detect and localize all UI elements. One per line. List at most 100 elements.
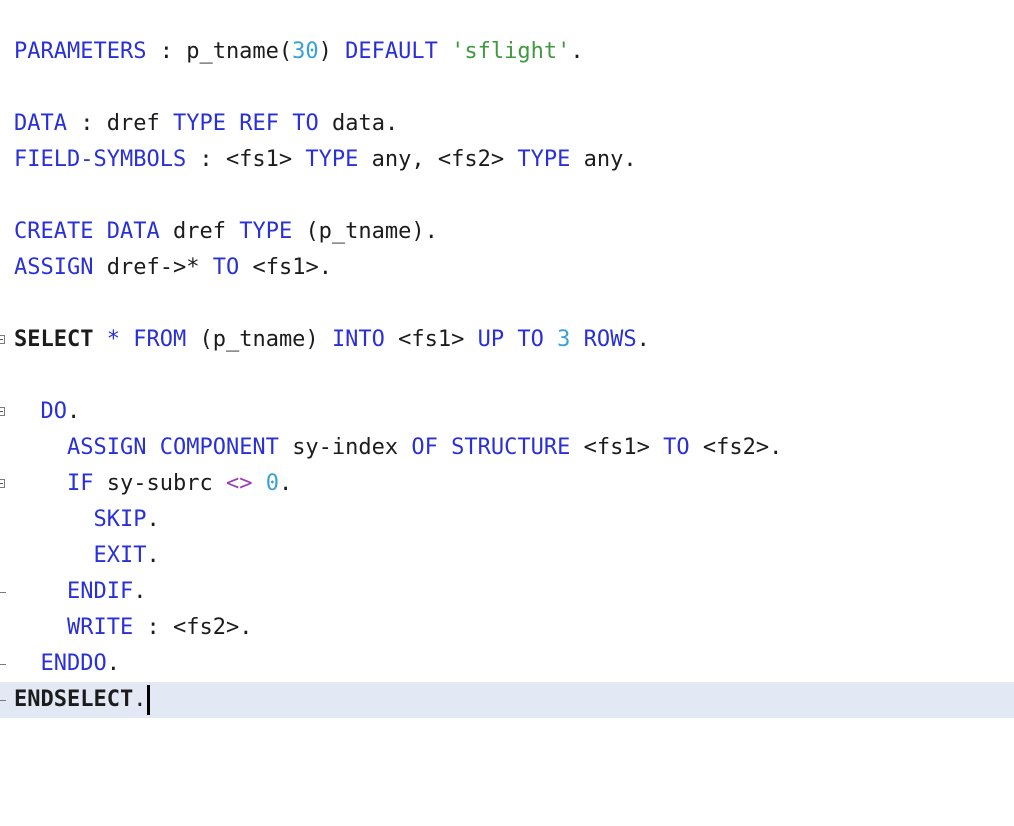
code-line[interactable]: IF sy-subrc <> 0. [0, 466, 1014, 502]
identifier-token: <fs1> [252, 255, 319, 280]
code-text: FIELD-SYMBOLS : <fs1> TYPE any, <fs2> TY… [14, 142, 637, 178]
fold-gutter [0, 682, 10, 718]
keyword-token: WRITE [66, 615, 134, 640]
collapse-icon[interactable] [0, 335, 5, 344]
fold-end-marker [0, 664, 6, 665]
keyword-token: TO [292, 111, 319, 136]
code-line[interactable]: ASSIGN COMPONENT sy-index OF STRUCTURE <… [0, 430, 1014, 466]
code-text: ASSIGN COMPONENT sy-index OF STRUCTURE <… [14, 430, 782, 466]
token: * [106, 327, 120, 352]
identifier-token: <fs1> [225, 147, 293, 172]
keyword-token: ENDIF [66, 579, 134, 604]
identifier-token: (p_tname) [199, 327, 319, 352]
token: : [146, 39, 187, 64]
code-line[interactable]: FIELD-SYMBOLS : <fs1> TYPE any, <fs2> TY… [0, 142, 1014, 178]
code-text: WRITE : <fs2>. [14, 610, 252, 646]
fold-end-marker [0, 700, 6, 701]
code-text: ASSIGN dref->* TO <fs1>. [14, 250, 332, 286]
keyword-token: STRUCTURE [451, 435, 571, 460]
code-line[interactable]: SKIP. [0, 502, 1014, 538]
code-line[interactable]: CREATE DATA dref TYPE (p_tname). [0, 214, 1014, 250]
fold-gutter[interactable] [0, 394, 10, 430]
collapse-icon[interactable] [0, 407, 5, 416]
identifier-token: dref-> [106, 255, 187, 280]
keyword-token: SKIP [93, 507, 147, 532]
keyword-token: REF [239, 111, 279, 136]
code-line[interactable]: ENDIF. [0, 574, 1014, 610]
fold-gutter[interactable] [0, 322, 10, 358]
fold-gutter [0, 574, 10, 610]
collapse-icon[interactable] [0, 479, 5, 488]
fold-end-marker [0, 592, 6, 593]
code-text: DO. [14, 394, 81, 430]
current-code-line[interactable]: ENDSELECT. [0, 682, 1014, 718]
identifier-token: any [583, 147, 624, 172]
code-line[interactable]: PARAMETERS : p_tname(30) DEFAULT 'sfligh… [0, 34, 1014, 70]
code-text: SELECT * FROM (p_tname) INTO <fs1> UP TO… [14, 322, 650, 358]
code-editor[interactable]: PARAMETERS : p_tname(30) DEFAULT 'sfligh… [0, 0, 1014, 732]
code-text: EXIT. [14, 538, 159, 574]
token: , [411, 147, 438, 172]
code-line[interactable]: WRITE : <fs2>. [0, 610, 1014, 646]
fold-gutter[interactable] [0, 466, 10, 502]
identifier-token: sy-subrc [106, 471, 213, 496]
fold-gutter [0, 646, 10, 682]
token: : [186, 147, 226, 172]
token: . [106, 651, 120, 676]
token: . [318, 255, 332, 280]
identifier-token: <fs2> [702, 435, 770, 460]
keyword-token: ASSIGN [66, 435, 147, 460]
code-line[interactable]: DO. [0, 394, 1014, 430]
token: . [146, 507, 160, 532]
keyword-token: COMPONENT [159, 435, 279, 460]
keyword-token: TO [517, 327, 544, 352]
code-line[interactable]: ASSIGN dref->* TO <fs1>. [0, 250, 1014, 286]
keyword-token: DATA [14, 111, 67, 136]
code-line[interactable]: DATA : dref TYPE REF TO data. [0, 106, 1014, 142]
keyword-token: CREATE [14, 219, 94, 244]
token: . [424, 219, 438, 244]
identifier-token: <fs1> [583, 435, 650, 460]
keyword-token: UP [477, 327, 505, 352]
keyword-token: OF [411, 435, 438, 460]
code-text: CREATE DATA dref TYPE (p_tname). [14, 214, 438, 250]
keyword-token: TYPE [305, 147, 359, 172]
code-line[interactable]: SELECT * FROM (p_tname) INTO <fs1> UP TO… [0, 322, 1014, 358]
number-token: 0 [265, 471, 279, 496]
token: . [570, 39, 584, 64]
keyword-token: ENDSELECT [14, 687, 134, 712]
keyword-token: IF [66, 471, 94, 496]
token: . [769, 435, 783, 460]
keyword-token: ROWS [583, 327, 637, 352]
code-line[interactable]: EXIT. [0, 538, 1014, 574]
keyword-token: TYPE [239, 219, 293, 244]
keyword-token: DATA [106, 219, 160, 244]
code-line[interactable]: ENDDO. [0, 646, 1014, 682]
